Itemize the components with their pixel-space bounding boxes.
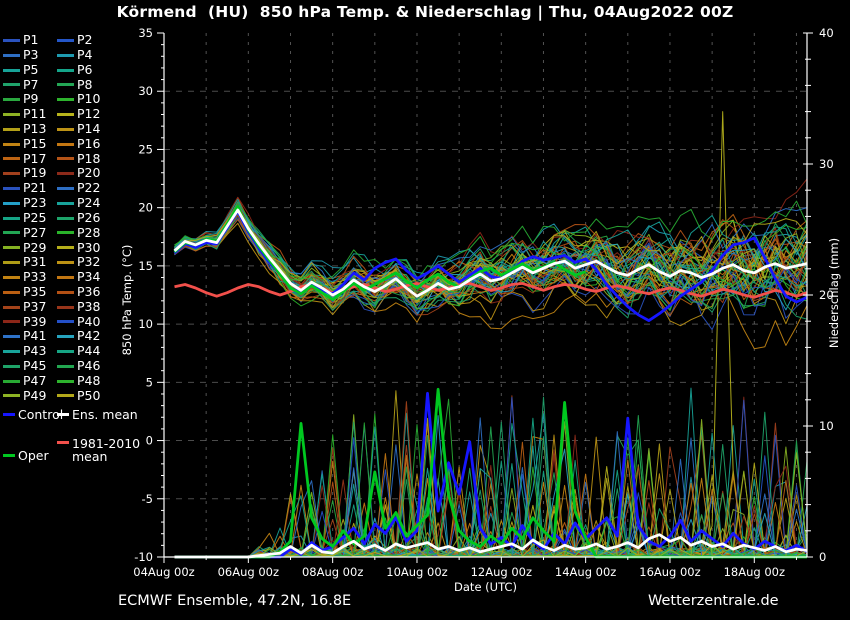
y-left-tick-label: 5 [146,375,153,389]
y-left-tick-label: -5 [142,492,153,506]
x-tick-label: 10Aug 00z [386,565,447,579]
footer-brand: Wetterzentrale.de [648,593,779,609]
x-tick-label: 18Aug 00z [724,565,785,579]
ensemble-forecast-page: Körmend (HU) 850 hPa Temp. & Niederschla… [0,0,850,620]
x-tick-label: 16Aug 00z [639,565,700,579]
y-right-tick-label: 30 [819,157,834,171]
y-left-tick-label: 35 [138,26,153,40]
y-left-tick-label: 20 [138,201,153,215]
x-tick-label: 08Aug 00z [302,565,363,579]
y-right-tick-label: 40 [819,26,834,40]
y-left-tick-label: 25 [138,142,153,156]
ensemble-plot: -10-50510152025303501020304004Aug 00z06A… [0,0,850,620]
y-left-tick-label: 15 [138,259,153,273]
y-left-tick-label: -10 [134,550,153,564]
x-tick-label: 06Aug 00z [218,565,279,579]
y-right-tick-label: 0 [819,550,826,564]
y-right-axis-title: Niederschlag (mm) [827,238,841,348]
y-right-tick-label: 10 [819,419,834,433]
y-left-tick-label: 0 [146,434,153,448]
x-tick-label: 04Aug 00z [133,565,194,579]
y-left-tick-label: 10 [138,317,153,331]
y-left-axis-title: 850 hPa Temp. (°C) [120,245,134,356]
y-left-tick-label: 30 [138,84,153,98]
footer-model-info: ECMWF Ensemble, 47.2N, 16.8E [118,593,351,609]
x-axis-title: Date (UTC) [454,580,517,594]
x-tick-label: 14Aug 00z [555,565,616,579]
x-tick-label: 12Aug 00z [471,565,532,579]
